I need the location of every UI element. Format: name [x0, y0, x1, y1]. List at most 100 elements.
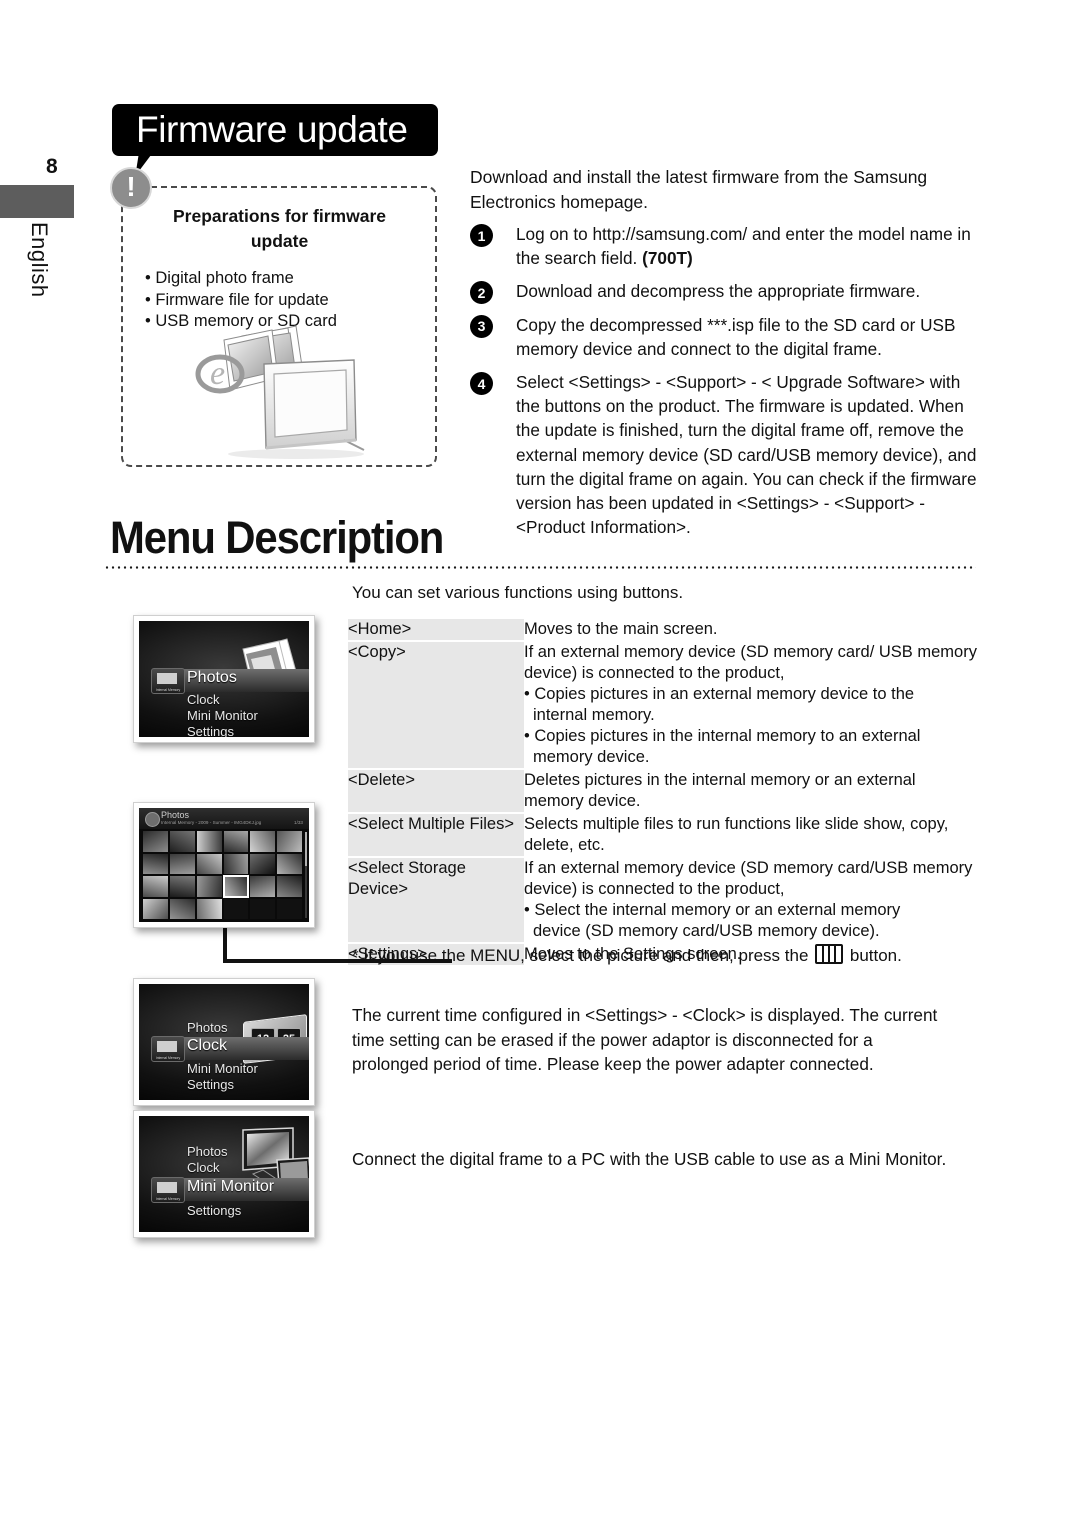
thumbnail-empty	[277, 898, 302, 919]
svg-text:e: e	[210, 355, 225, 392]
value-line: Selects multiple files to run functions …	[524, 815, 949, 854]
value-bullet: • Copies pictures in an external memory …	[524, 685, 915, 703]
menu-item-clock[interactable]: Clock	[187, 1160, 220, 1175]
thumbnail[interactable]	[196, 898, 222, 919]
firmware-update-title: Firmware update	[136, 109, 408, 150]
thumbnail-empty	[223, 898, 249, 919]
page-number: 8	[46, 155, 58, 178]
thumbnail[interactable]	[250, 876, 276, 897]
memory-icon	[157, 1182, 177, 1193]
menu-item-mini-monitor[interactable]: Mini Monitor	[187, 1061, 258, 1076]
step-number-badge: 2	[470, 281, 493, 305]
internal-memory-badge: Internal Memory	[151, 1036, 185, 1062]
table-row: <Delete> Deletes pictures in the interna…	[348, 770, 978, 812]
step-text: Log on to http://samsung.com/ and enter …	[516, 222, 982, 270]
screenshot-photo-grid: Photos Internal Memory - 2009 - Summer -…	[133, 802, 315, 928]
value-line: If an external memory device (SD memory …	[524, 643, 977, 682]
thumbnail[interactable]	[250, 831, 276, 852]
grid-header: Photos Internal Memory - 2009 - Summer -…	[139, 808, 309, 829]
internal-memory-badge: Internal Memory	[151, 1177, 185, 1203]
grid-scrollbar-thumb[interactable]	[305, 832, 307, 867]
clock-description-paragraph: The current time configured in <Settings…	[352, 1005, 938, 1074]
thumbnail[interactable]	[169, 898, 195, 919]
thumbnail[interactable]	[223, 831, 249, 852]
table-row: <Home> Moves to the main screen.	[348, 619, 978, 640]
thumbnail[interactable]	[196, 853, 222, 874]
value-bullet-continuation: memory device.	[533, 748, 650, 766]
menu-item-settings[interactable]: Settiongs	[187, 1203, 241, 1218]
menu-item-mini-monitor[interactable]: Mini Monitor	[187, 708, 258, 723]
step-text: Select <Settings> - <Support> - < Upgrad…	[516, 372, 977, 538]
warning-icon: !	[110, 167, 152, 209]
table-cell-value: Selects multiple files to run functions …	[524, 814, 978, 856]
firmware-update-banner: Firmware update	[112, 104, 438, 156]
thumbnail[interactable]	[277, 876, 302, 897]
grid-subtitle: Internal Memory - 2009 - Summer - IMG4DK…	[161, 820, 262, 825]
preparations-title-line2: update	[250, 231, 309, 251]
manual-page: 8 English Firmware update ! Preparations…	[0, 0, 1080, 1532]
thumbnail[interactable]	[277, 831, 302, 852]
value-line: Deletes pictures in the internal memory …	[524, 771, 916, 810]
step-text: Download and decompress the appropriate …	[516, 281, 921, 302]
table-row: <Select Multiple Files> Selects multiple…	[348, 814, 978, 856]
device-screen: Internal Memory Photos Clock Mini Monito…	[139, 621, 309, 737]
internal-memory-badge: Internal Memory	[151, 668, 185, 694]
menu-item-clock[interactable]: Clock	[187, 1038, 227, 1054]
table-cell-value: Deletes pictures in the internal memory …	[524, 770, 978, 812]
table-cell-value: If an external memory device (SD memory …	[524, 642, 978, 768]
table-cell-key: <Select Multiple Files>	[348, 814, 524, 856]
thumbnail[interactable]	[143, 831, 168, 852]
menu-item-clock[interactable]: Clock	[187, 692, 220, 707]
thumbnail[interactable]	[143, 853, 168, 874]
firmware-intro: Download and install the latest firmware…	[470, 167, 928, 212]
badge-label: Internal Memory	[155, 1056, 181, 1060]
thumbnail[interactable]	[277, 853, 302, 874]
thumbnail[interactable]	[143, 898, 168, 919]
thumbnail[interactable]	[143, 876, 168, 897]
firmware-step: 1 Log on to http://samsung.com/ and ente…	[470, 222, 982, 270]
badge-label: Internal Memory	[155, 688, 181, 692]
step-text-main: Log on to http://samsung.com/ and enter …	[516, 224, 971, 269]
menu-item-photos[interactable]: Photos	[187, 670, 237, 686]
warning-icon-glyph: !	[126, 171, 136, 202]
value-line: If an external memory device (SD memory …	[524, 859, 973, 898]
menu-item-photos[interactable]: Photos	[187, 1020, 227, 1035]
memory-icon	[157, 673, 177, 684]
thumbnail[interactable]	[250, 853, 276, 874]
screenshot-mini-monitor-menu: Internal Memory Photos Clock Mini Monito…	[133, 1110, 315, 1238]
screenshot-photos-menu: Internal Memory Photos Clock Mini Monito…	[133, 615, 315, 743]
thumbnail[interactable]	[196, 831, 222, 852]
thumbnail[interactable]	[169, 831, 195, 852]
thumbnail-grid	[143, 831, 302, 919]
grid-scrollbar[interactable]	[305, 832, 307, 918]
menu-description-intro: You can set various functions using butt…	[352, 583, 684, 602]
menu-item-mini-monitor[interactable]: Mini Monitor	[187, 1179, 274, 1195]
grid-title: Photos	[161, 810, 190, 820]
thumbnail[interactable]	[223, 853, 249, 874]
table-cell-key: <Copy>	[348, 642, 524, 768]
photo-frame-illustration: e	[195, 325, 365, 459]
thumbnail-selected[interactable]	[222, 875, 250, 898]
photos-icon	[145, 812, 160, 827]
menu-item-settings[interactable]: Settings	[187, 724, 234, 737]
thumbnail[interactable]	[169, 876, 195, 897]
menu-description-table: <Home> Moves to the main screen. <Copy> …	[348, 617, 978, 967]
step-text-bold: (700T)	[642, 248, 693, 269]
menu-item-settings[interactable]: Settings	[187, 1077, 234, 1092]
thumbnail[interactable]	[196, 876, 222, 897]
value-bullet: • Copies pictures in the internal memory…	[524, 727, 921, 745]
preparations-item: • Digital photo frame	[145, 269, 294, 287]
firmware-step: 4 Select <Settings> - <Support> - < Upgr…	[470, 370, 982, 539]
preparations-item: • Firmware file for update	[145, 290, 329, 309]
menu-button-icon	[815, 944, 844, 964]
value-bullet: • Select the internal memory or an exter…	[524, 901, 901, 919]
language-tab-bar	[0, 185, 74, 218]
menu-item-photos[interactable]: Photos	[187, 1144, 227, 1159]
step-number-badge: 1	[470, 224, 493, 247]
table-cell-value: If an external memory device (SD memory …	[524, 858, 978, 942]
value-bullet-continuation: device (SD memory card/USB memory device…	[533, 922, 880, 940]
device-screen: 12 25 Internal Memory Photos Clock Mini …	[139, 984, 309, 1100]
menu-description-heading: Menu Description	[110, 512, 444, 563]
thumbnail[interactable]	[169, 853, 195, 874]
preparations-title: Preparations for firmware update	[137, 204, 422, 254]
